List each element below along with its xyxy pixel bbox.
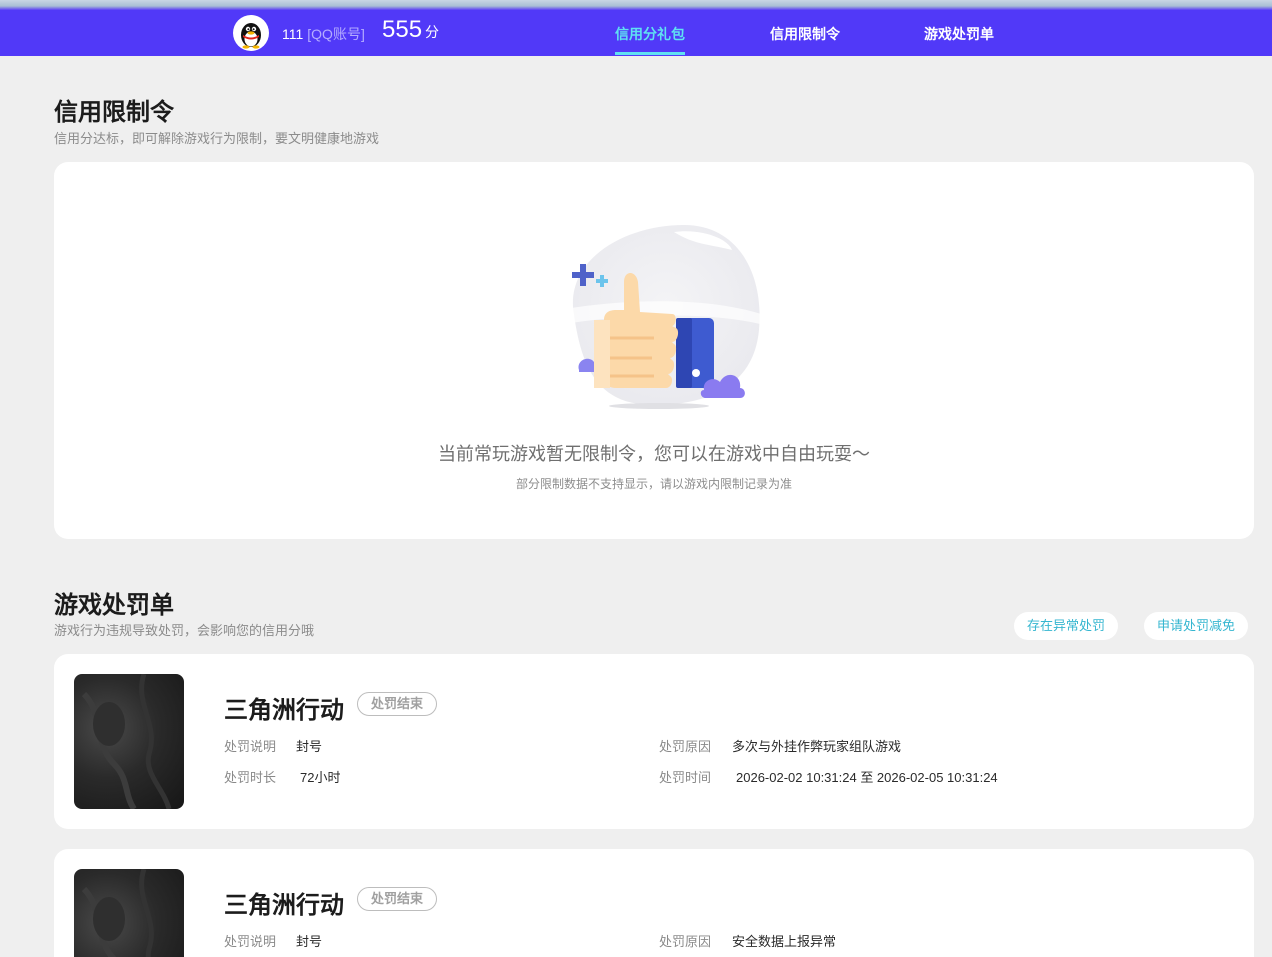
description-label: 处罚说明 <box>224 739 277 754</box>
duration-label: 处罚时长 <box>224 770 277 785</box>
appeal-penalty-button[interactable]: 申请处罚减免 <box>1144 612 1249 640</box>
user-name: 111 [QQ账号] <box>282 24 365 44</box>
reason-value: 安全数据上报异常 <box>732 934 837 949</box>
penalty-card[interactable]: 三角洲行动 处罚结束 处罚说明 封号 处罚原因 安全数据上报异常 <box>54 849 1254 957</box>
game-thumbnail <box>74 869 184 957</box>
game-title: 三角洲行动 <box>224 697 344 724</box>
penalty-card[interactable]: 三角洲行动 处罚结束 处罚说明 封号 处罚时长 72小时 处罚原因 多次与外挂作… <box>54 654 1254 829</box>
time-label: 处罚时间 <box>659 770 712 785</box>
account-type: [QQ账号] <box>307 26 365 42</box>
game-thumbnail <box>74 674 184 809</box>
reason-label: 处罚原因 <box>659 934 712 949</box>
qq-penguin-icon <box>241 23 261 49</box>
reason-label: 处罚原因 <box>659 739 712 754</box>
description-label: 处罚说明 <box>224 934 277 949</box>
restriction-subtitle: 信用分达标，即可解除游戏行为限制，要文明健康地游戏 <box>54 131 380 146</box>
user-id: 111 <box>282 26 304 42</box>
description-value: 封号 <box>296 934 323 949</box>
abnormal-penalty-button[interactable]: 存在异常处罚 <box>1014 612 1119 640</box>
top-nav-bar: 111 [QQ账号] 555 分 信用分礼包 信用限制令 游戏处罚单 <box>0 10 1272 56</box>
tab-credit-restriction[interactable]: 信用限制令 <box>770 24 840 44</box>
window-top-strip <box>0 0 1272 10</box>
avatar[interactable] <box>233 15 269 51</box>
duration-value: 72小时 <box>300 770 341 785</box>
score-value: 555 <box>382 16 423 43</box>
time-value: 2026-02-02 10:31:24 至 2026-02-05 10:31:2… <box>736 770 998 785</box>
penalty-subtitle: 游戏行为违规导致处罚，会影响您的信用分哦 <box>54 623 315 638</box>
status-badge: 处罚结束 <box>357 887 438 911</box>
restriction-card: 当前常玩游戏暂无限制令，您可以在游戏中自由玩耍～ 部分限制数据不支持显示，请以游… <box>54 162 1254 539</box>
status-badge: 处罚结束 <box>357 692 438 716</box>
empty-note: 部分限制数据不支持显示，请以游戏内限制记录为准 <box>515 477 792 491</box>
game-title: 三角洲行动 <box>224 892 344 919</box>
reason-value: 多次与外挂作弊玩家组队游戏 <box>732 739 902 754</box>
tab-game-penalty[interactable]: 游戏处罚单 <box>924 24 994 44</box>
empty-message: 当前常玩游戏暂无限制令，您可以在游戏中自由玩耍～ <box>438 444 870 464</box>
score-unit: 分 <box>425 24 440 40</box>
restriction-title: 信用限制令 <box>54 99 174 126</box>
thumbs-up-illustration <box>559 225 764 409</box>
description-value: 封号 <box>296 739 323 754</box>
penalty-title: 游戏处罚单 <box>54 592 174 619</box>
tab-credit-gift[interactable]: 信用分礼包 <box>615 24 685 55</box>
credit-score: 555 分 <box>382 16 439 44</box>
